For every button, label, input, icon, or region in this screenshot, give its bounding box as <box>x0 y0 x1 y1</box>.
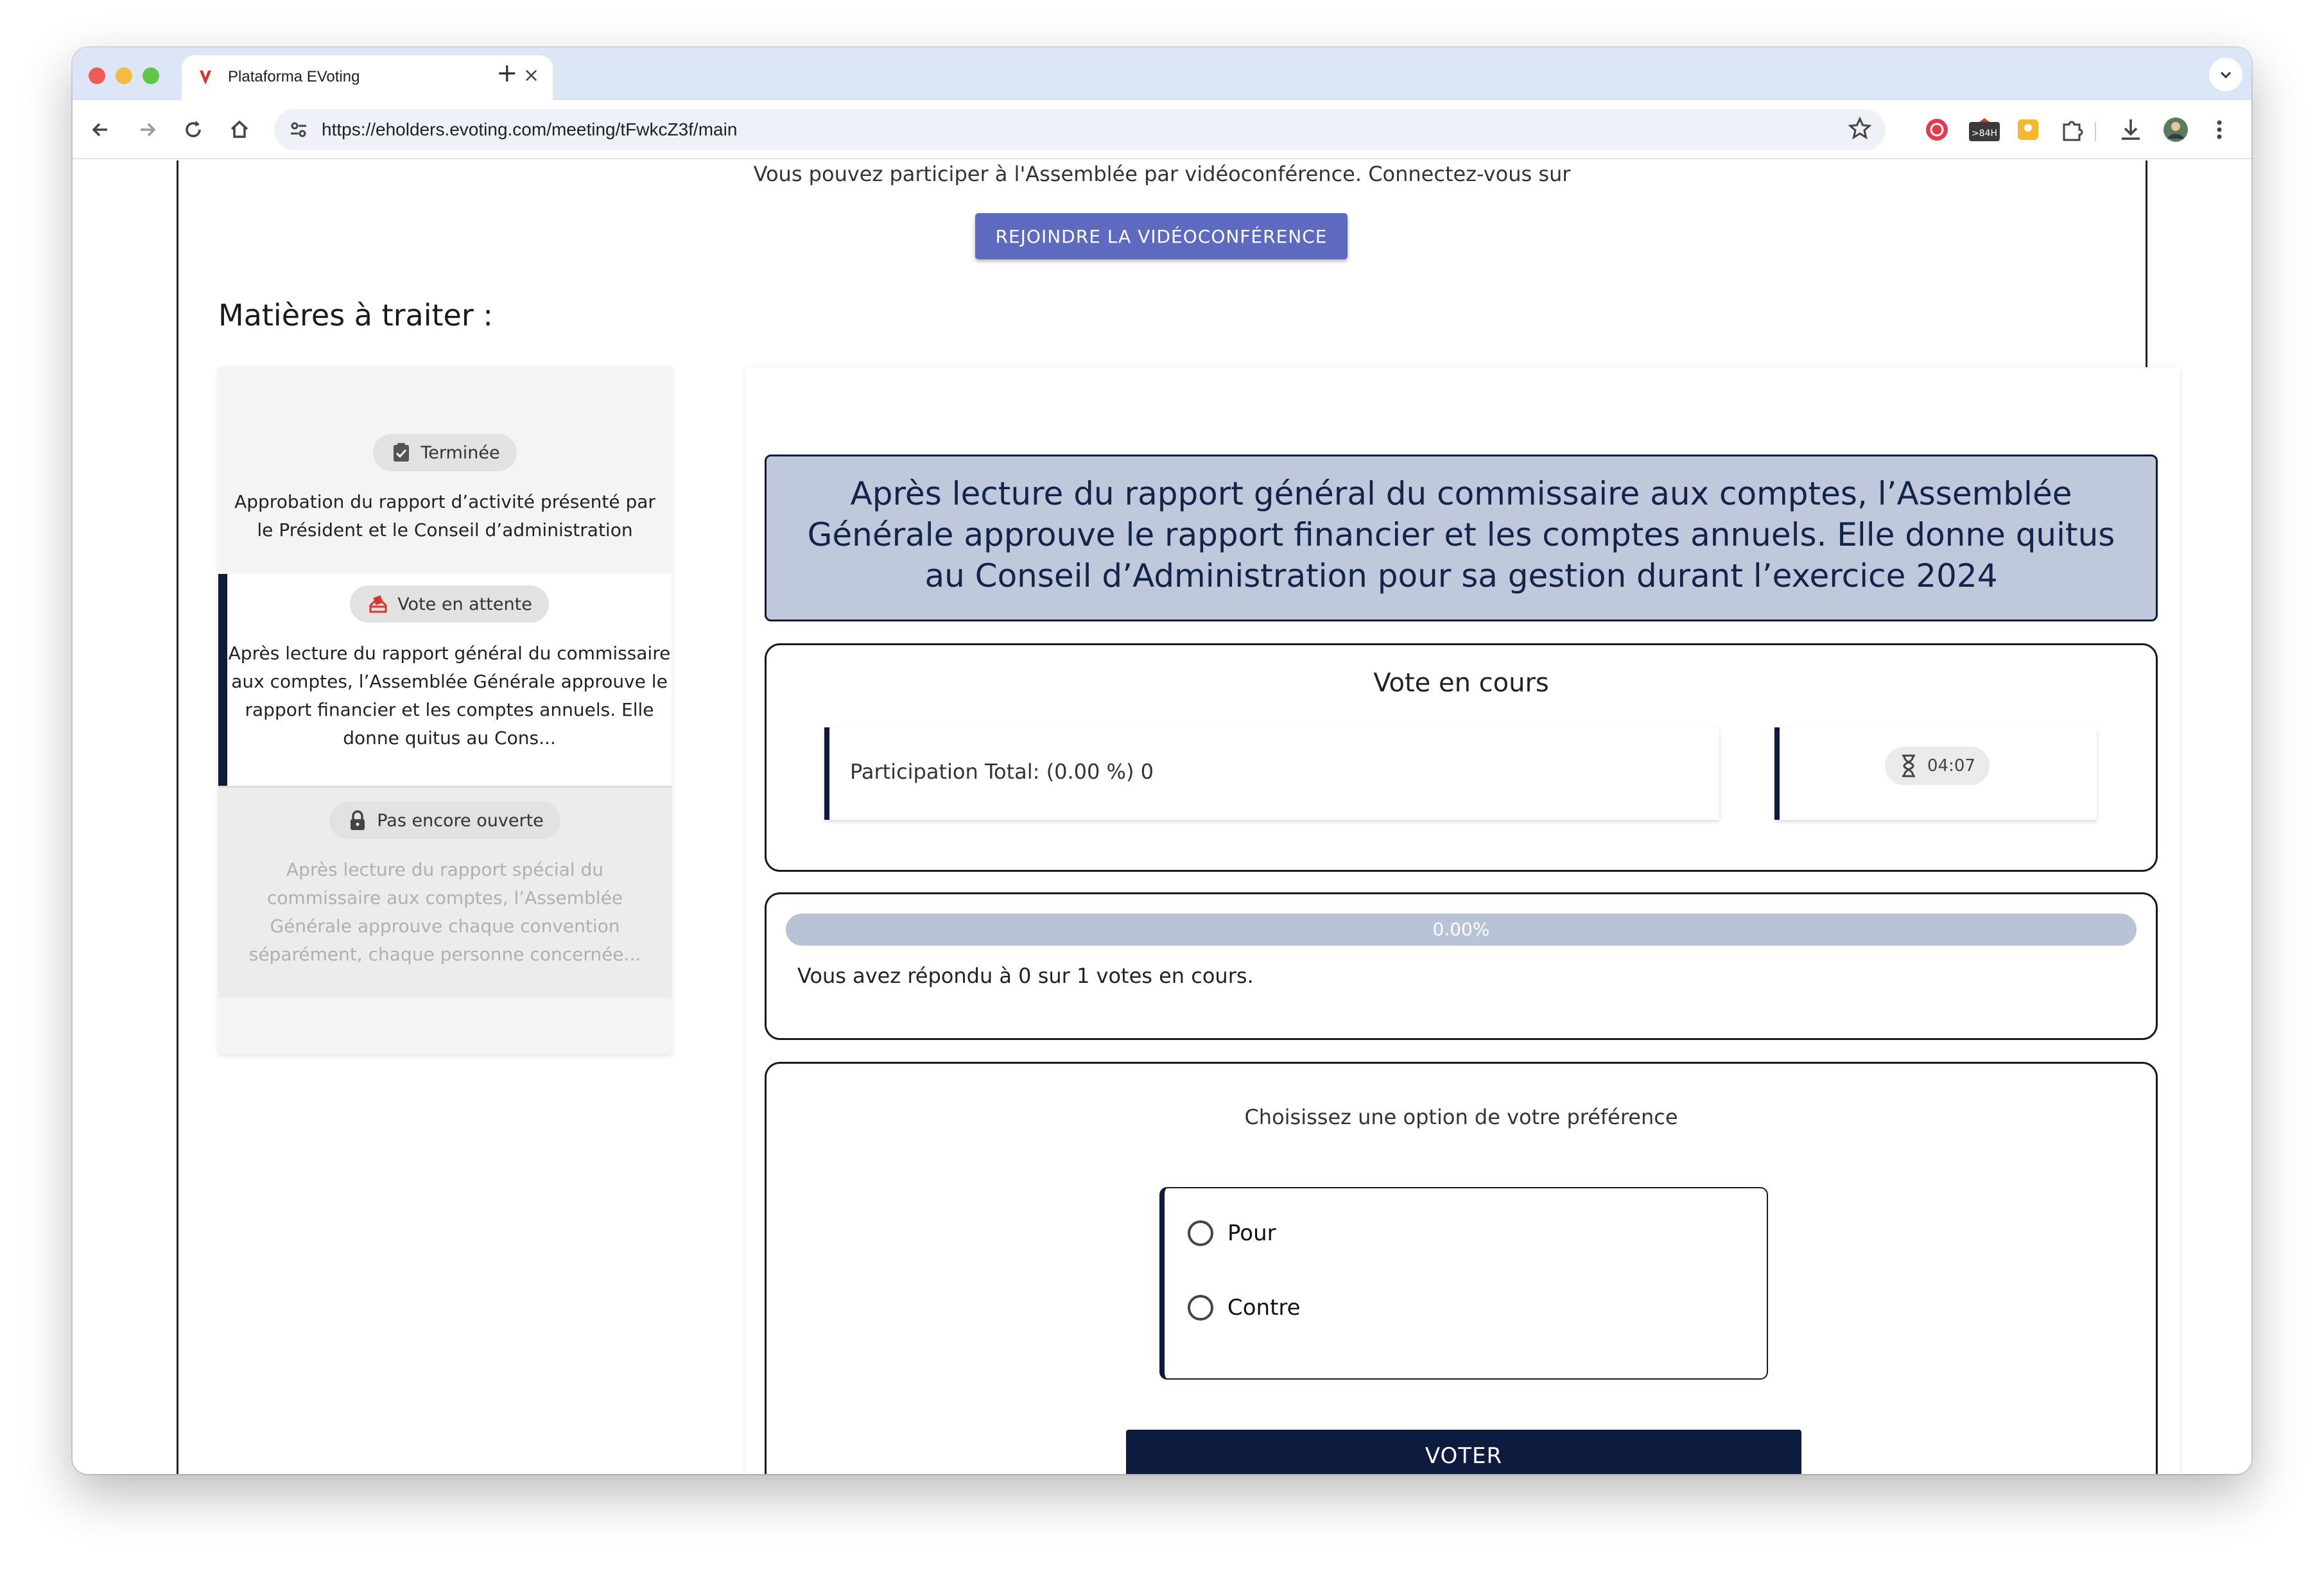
agenda-item-text: Approbation du rapport d’activité présen… <box>234 491 655 541</box>
tab-search-button[interactable] <box>2209 58 2242 91</box>
toolbar-divider <box>2095 122 2096 141</box>
hourglass-icon <box>1902 754 1915 777</box>
timer-value: 04:07 <box>1927 756 1975 776</box>
submit-vote-button[interactable]: VOTER <box>1126 1430 1801 1474</box>
browser-window: Plataforma EVoting × + https://eholders.… <box>73 48 2251 1474</box>
agenda-item-text: Après lecture du rapport spécial du comm… <box>248 859 641 965</box>
agenda-item-text: Après lecture du rapport général du comm… <box>228 643 671 749</box>
vote-status-title: Vote en cours <box>1373 668 1549 698</box>
status-label: Terminée <box>421 442 500 463</box>
countdown-timer: 04:07 <box>1885 747 1990 785</box>
agenda-item-not-open[interactable]: Pas encore ouverte Après lecture du rapp… <box>218 786 672 998</box>
status-badge-pending: Vote en attente <box>350 585 549 623</box>
status-badge-completed: Terminée <box>373 434 517 471</box>
progress-note: Vous avez répondu à 0 sur 1 votes en cou… <box>797 964 1254 988</box>
tab-title: Plataforma EVoting <box>228 68 360 85</box>
question-text: Après lecture du rapport général du comm… <box>807 475 2115 594</box>
download-icon[interactable] <box>2117 116 2145 144</box>
question-banner: Après lecture du rapport général du comm… <box>765 455 2158 621</box>
home-icon[interactable] <box>227 117 252 143</box>
minimize-window-button[interactable] <box>116 67 132 84</box>
extension-badge-icon[interactable]: >84H <box>1966 116 2002 144</box>
participation-text: Participation Total: (0.00 %) 0 <box>850 759 1154 784</box>
page-content: Vous pouvez participer à l'Assemblée par… <box>73 160 2251 1474</box>
back-arrow-icon[interactable] <box>88 117 114 143</box>
bookmark-star-icon[interactable] <box>1847 116 1873 141</box>
status-badge-not-open: Pas encore ouverte <box>329 802 560 839</box>
menu-kebab-icon[interactable] <box>2205 116 2233 144</box>
status-label: Pas encore ouverte <box>377 810 544 831</box>
ballot-box-icon <box>369 595 387 613</box>
radio-contre[interactable] <box>1188 1295 1213 1321</box>
option-contre[interactable]: Contre <box>1188 1295 1301 1321</box>
lock-icon <box>351 810 365 830</box>
maximize-window-button[interactable] <box>143 67 159 84</box>
tab-strip: Plataforma EVoting × + <box>73 48 2251 100</box>
progress-bar: 0.00% <box>786 914 2137 946</box>
vote-prompt: Choisissez une option de votre préférenc… <box>1244 1105 1678 1129</box>
agenda-item-completed[interactable]: Terminée Approbation du rapport d’activi… <box>218 367 672 574</box>
option-pour[interactable]: Pour <box>1188 1220 1276 1246</box>
agenda-items-list: Terminée Approbation du rapport d’activi… <box>218 367 672 1054</box>
extensions-puzzle-icon[interactable] <box>2059 116 2087 144</box>
vote-form-card: Choisissez une option de votre préférenc… <box>765 1062 2158 1474</box>
progress-card: 0.00% Vous avez répondu à 0 sur 1 votes … <box>765 892 2158 1040</box>
evoting-favicon-icon <box>200 71 211 85</box>
new-tab-button[interactable]: + <box>496 60 518 86</box>
radio-pour[interactable] <box>1188 1220 1213 1246</box>
site-settings-icon[interactable] <box>288 119 309 140</box>
vote-status-card: Vote en cours Participation Total: (0.00… <box>765 643 2158 872</box>
address-bar[interactable]: https://eholders.evoting.com/meeting/tFw… <box>274 109 1886 150</box>
chevron-down-icon <box>2220 71 2232 79</box>
progress-label: 0.00% <box>1432 919 1490 940</box>
clipboard-check-icon <box>394 443 410 462</box>
videoconference-intro: Vous pouvez participer à l'Assemblée par… <box>753 162 1571 186</box>
tab-close-icon[interactable]: × <box>523 66 539 85</box>
section-title: Matières à traiter : <box>218 298 493 333</box>
options-group: Pour Contre <box>1159 1187 1768 1380</box>
extension-yellow-icon[interactable] <box>2014 116 2042 144</box>
forward-arrow-icon[interactable] <box>134 117 160 143</box>
url-text[interactable]: https://eholders.evoting.com/meeting/tFw… <box>322 119 737 140</box>
extension-badge-text: >84H <box>1972 128 1997 139</box>
agenda-item-pending[interactable]: Vote en attente Après lecture du rapport… <box>218 574 672 786</box>
join-videoconference-button[interactable]: REJOINDRE LA VIDÉOCONFÉRENCE <box>975 213 1348 259</box>
option-label: Pour <box>1227 1220 1276 1246</box>
browser-toolbar: https://eholders.evoting.com/meeting/tFw… <box>73 100 2251 159</box>
participation-box: Participation Total: (0.00 %) 0 <box>824 727 1719 820</box>
extension-red-circle-icon[interactable] <box>1923 116 1951 144</box>
gift-icon: >84H <box>1969 118 2000 141</box>
profile-avatar-icon[interactable] <box>2162 116 2190 144</box>
timer-box: 04:07 <box>1774 727 2097 820</box>
status-label: Vote en attente <box>397 594 532 614</box>
close-window-button[interactable] <box>89 67 105 84</box>
option-label: Contre <box>1227 1295 1301 1321</box>
reload-icon[interactable] <box>180 117 206 143</box>
